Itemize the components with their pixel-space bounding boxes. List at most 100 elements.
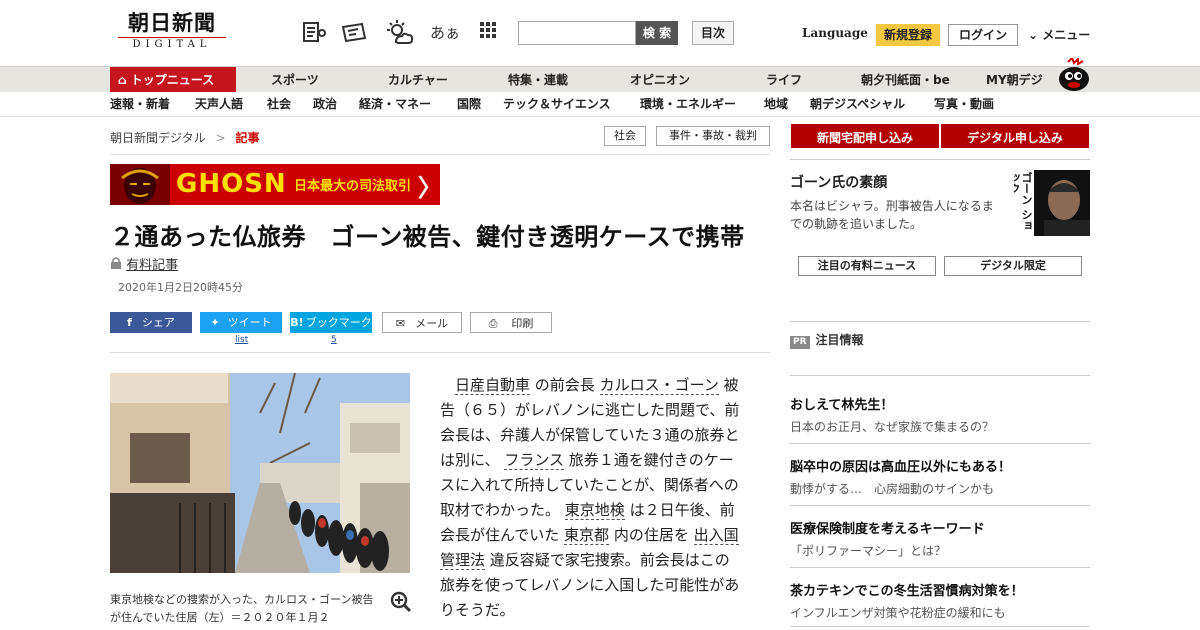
- lock-icon: [110, 257, 126, 273]
- profile-description: 本名はビシャラ。刑事被告人になるまでの軌跡を追いました。: [790, 199, 994, 231]
- hatena-icon: B!: [290, 316, 304, 329]
- profile-image[interactable]: ゴーン ショック: [1014, 170, 1090, 236]
- search-button[interactable]: 検 索: [636, 21, 678, 45]
- nav2-society[interactable]: 社会: [267, 92, 291, 116]
- font-size-icon[interactable]: あぁ: [428, 20, 462, 46]
- mascot-icon[interactable]: [1056, 56, 1092, 92]
- hatena-bookmark-button[interactable]: B! ブックマーク: [290, 312, 372, 333]
- paid-article-label[interactable]: 有料記事: [110, 254, 178, 273]
- nav-label: トップニュース: [130, 73, 215, 87]
- facebook-share-button[interactable]: f シェア: [110, 312, 192, 333]
- article-photo[interactable]: [110, 373, 410, 573]
- facebook-share-label: シェア: [141, 316, 175, 329]
- pr-badge: PR: [790, 336, 810, 349]
- mail-share-button[interactable]: ✉ メール: [382, 312, 462, 333]
- banner-face-image: [110, 164, 170, 205]
- paid-news-button[interactable]: 注目の有料ニュース: [798, 256, 936, 276]
- logo-divider: [118, 37, 226, 38]
- login-button[interactable]: ログイン: [948, 24, 1018, 46]
- nav2-environment[interactable]: 環境・エネルギー: [640, 92, 736, 116]
- publish-date: 2020年1月2日20時45分: [118, 281, 243, 294]
- nav-culture[interactable]: カルチャー: [388, 67, 448, 93]
- zoom-icon[interactable]: [390, 591, 412, 613]
- hatena-share-label: ブックマーク: [305, 316, 372, 329]
- nav2-tenseijingo[interactable]: 天声人語: [195, 92, 243, 116]
- language-link[interactable]: Language: [802, 26, 868, 40]
- pr-item[interactable]: おしえて林先生！ 日本のお正月、なぜ家族で集まるの？: [790, 394, 1090, 435]
- pr-item-title: 脳卒中の原因は高血圧以外にもある！: [790, 460, 1012, 475]
- divider: [790, 505, 1090, 506]
- menu-button[interactable]: ⌄ メニュー: [1028, 26, 1090, 43]
- menu-label: メニュー: [1042, 28, 1091, 42]
- nav2-economy[interactable]: 経済・マネー: [359, 92, 431, 116]
- mail-share-label: メール: [415, 317, 449, 330]
- mail-icon: ✉: [395, 317, 406, 330]
- hatena-count[interactable]: 5: [331, 335, 337, 345]
- divider: [790, 567, 1090, 568]
- nav-paper[interactable]: 朝夕刊紙面・be: [861, 67, 950, 93]
- keyword-link[interactable]: 東京都: [564, 526, 610, 545]
- nav2-politics[interactable]: 政治: [313, 92, 337, 116]
- keyword-link[interactable]: フランス: [504, 451, 565, 470]
- nav-my-asahi[interactable]: MY朝デジ: [986, 67, 1043, 93]
- nav2-photo[interactable]: 写真・動画: [934, 92, 994, 116]
- site-header: 朝日新聞 DIGITAL あぁ 検 索 目次 Language 新規登録 ログイ…: [0, 0, 1200, 66]
- divider: [790, 321, 1090, 322]
- twitter-share-button[interactable]: ✦ ツイート: [200, 312, 282, 333]
- print-label: 印刷: [511, 317, 534, 330]
- breadcrumb: 朝日新聞デジタル > 記事: [110, 129, 260, 146]
- paid-article-text: 有料記事: [126, 258, 179, 273]
- twitter-count[interactable]: list: [235, 335, 248, 345]
- tag-society[interactable]: 社会: [604, 126, 646, 146]
- keyword-link[interactable]: カルロス・ゴーン: [599, 376, 719, 395]
- pr-item[interactable]: 医療保険制度を考えるキーワード 「ポリファーマシー」とは？: [790, 518, 1090, 559]
- breadcrumb-home[interactable]: 朝日新聞デジタル: [110, 131, 206, 145]
- profile-image-label: ゴーン ショック: [1014, 172, 1033, 231]
- print-button[interactable]: ⎙ 印刷: [470, 312, 552, 333]
- ghosn-banner[interactable]: GHOSN 日本最大の司法取引 〉: [110, 164, 440, 205]
- grid-apps-icon[interactable]: [474, 20, 502, 46]
- home-icon: ⌂: [118, 73, 127, 87]
- divider: [110, 154, 770, 155]
- body-text: の前会長: [530, 376, 600, 394]
- breadcrumb-current: 記事: [235, 131, 260, 145]
- nav-features[interactable]: 特集・連載: [508, 67, 568, 93]
- pr-item-desc: インフルエンザ対策や花粉症の緩和にも: [790, 606, 1006, 620]
- digital-only-button[interactable]: デジタル限定: [944, 256, 1082, 276]
- pr-item[interactable]: 茶カテキンでこの冬生活習慣病対策を！ インフルエンザ対策や花粉症の緩和にも: [790, 580, 1090, 621]
- article-body: 日産自動車 の前会長 カルロス・ゴーン 被告（６５）がレバノンに逃亡した問題で、…: [440, 373, 744, 623]
- nav2-international[interactable]: 国際: [457, 92, 481, 116]
- subscribe-paper-button[interactable]: 新聞宅配申し込み: [791, 124, 939, 148]
- tag-incident[interactable]: 事件・事故・裁判: [656, 126, 770, 146]
- pr-item-desc: 日本のお正月、なぜ家族で集まるの？: [790, 420, 995, 434]
- primary-nav: ⌂ トップニュース スポーツ カルチャー 特集・連載 オピニオン ライフ 朝夕刊…: [0, 66, 1200, 93]
- weather-icon[interactable]: [384, 20, 414, 46]
- article-title: ２通あった仏旅券 ゴーン被告、鍵付き透明ケースで携帯: [110, 222, 745, 251]
- toc-button[interactable]: 目次: [692, 21, 734, 45]
- nav-sports[interactable]: スポーツ: [271, 67, 319, 93]
- nav-opinion[interactable]: オピニオン: [630, 67, 690, 93]
- nav-life[interactable]: ライフ: [766, 67, 802, 93]
- newspaper-icon[interactable]: [300, 20, 328, 46]
- nav2-special[interactable]: 朝デジスペシャル: [810, 92, 905, 116]
- ticket-icon[interactable]: [340, 20, 368, 46]
- nav2-region[interactable]: 地域: [764, 92, 788, 116]
- chevron-down-icon: ⌄: [1028, 28, 1039, 42]
- breadcrumb-separator: >: [215, 131, 226, 145]
- nav-top-news[interactable]: ⌂ トップニュース: [110, 67, 236, 93]
- search-input[interactable]: [518, 21, 636, 45]
- pr-item-desc: 動悸がする… 心房細動のサインかも: [790, 482, 995, 496]
- divider: [790, 443, 1090, 444]
- site-logo[interactable]: 朝日新聞 DIGITAL: [112, 10, 232, 56]
- keyword-link[interactable]: 東京地検: [564, 501, 625, 520]
- divider: [790, 626, 1090, 627]
- keyword-link[interactable]: 日産自動車: [455, 376, 531, 395]
- profile-title[interactable]: ゴーン氏の素顔: [790, 172, 887, 192]
- pr-heading-label: 注目情報: [815, 333, 864, 347]
- nav2-breaking[interactable]: 速報・新着: [110, 92, 170, 116]
- subscribe-digital-button[interactable]: デジタル申し込み: [941, 124, 1089, 148]
- nav2-tech[interactable]: テック＆サイエンス: [503, 92, 611, 116]
- register-button[interactable]: 新規登録: [876, 24, 940, 46]
- pr-item[interactable]: 脳卒中の原因は高血圧以外にもある！ 動悸がする… 心房細動のサインかも: [790, 456, 1090, 497]
- twitter-bird-icon: ✦: [210, 316, 220, 329]
